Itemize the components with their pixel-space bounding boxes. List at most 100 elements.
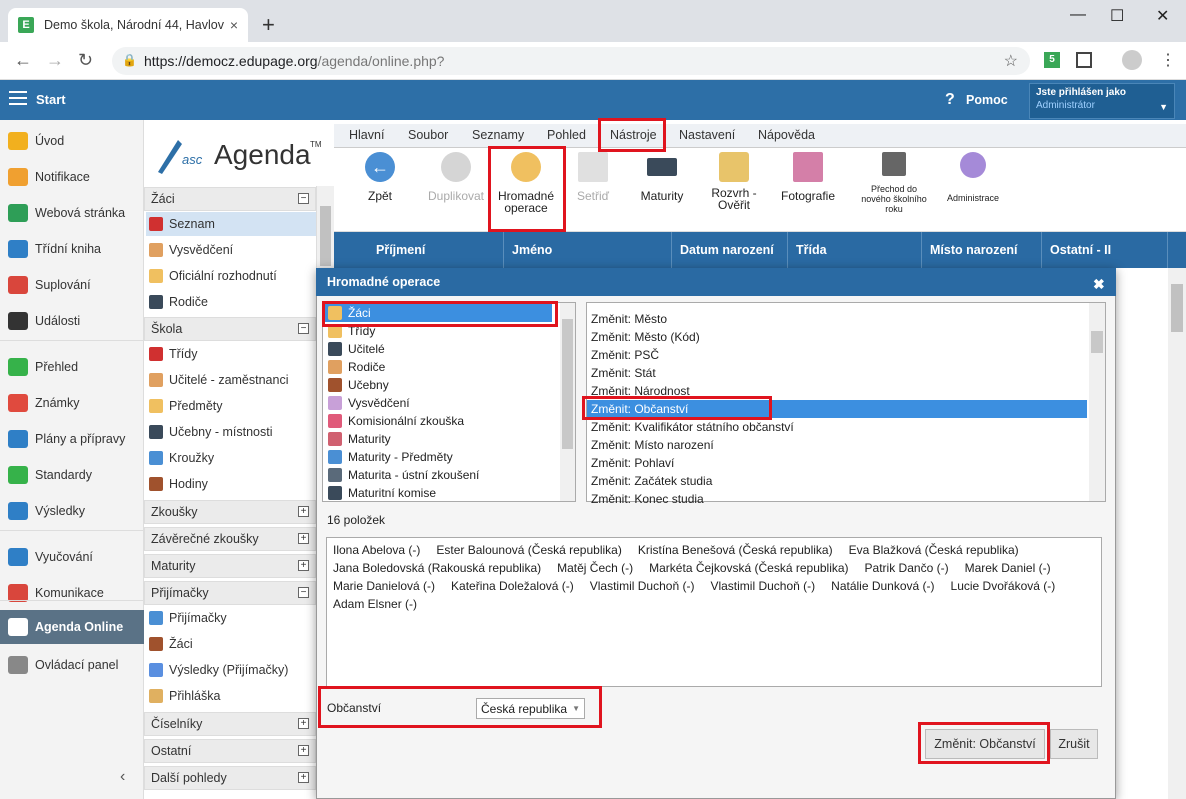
help-icon[interactable]: ? [945,91,955,109]
sidebar-item[interactable]: Úvod [0,124,144,158]
tree-item[interactable]: Předměty [146,394,316,418]
expand-toggle-icon[interactable]: + [298,560,309,571]
menu-item[interactable]: Nastavení [679,128,735,142]
grid-column-header[interactable]: Datum narození [672,232,788,268]
tree-section-header[interactable]: Zkoušky + [144,500,316,524]
sidebar-item[interactable]: Vyučování [0,540,144,574]
tree-section-header[interactable]: Další pohledy + [144,766,316,790]
grid-column-header[interactable]: Třída [788,232,922,268]
main-scrollbar[interactable] [1168,268,1186,799]
menu-item[interactable]: Seznamy [472,128,524,142]
duplicate-button[interactable]: Duplikovat [424,152,488,202]
sidebar-item[interactable]: Webová stránka [0,196,144,230]
operation-list-item[interactable]: Změnit: Místo narození [587,436,1087,454]
back-button[interactable]: ← Zpět [356,152,404,202]
tree-section-header[interactable]: Závěrečné zkoušky + [144,527,316,551]
operation-list-item[interactable]: Změnit: Konec studia [587,490,1087,508]
sidebar-item[interactable]: Třídní kniha [0,232,144,266]
minimize-icon[interactable]: — [1070,6,1086,24]
timetable-verify-button[interactable]: Rozvrh - Ověřit [706,152,762,211]
tree-item[interactable]: Žáci [146,632,316,656]
expand-toggle-icon[interactable]: + [298,506,309,517]
tree-section-header[interactable]: Maturity + [144,554,316,578]
help-link[interactable]: Pomoc [966,93,1008,107]
entity-list-item[interactable]: Maturity [324,430,552,448]
browser-tab[interactable]: E Demo škola, Národní 44, Havlov × [8,8,248,42]
sidebar-item[interactable]: Události [0,304,144,338]
tree-item[interactable]: Přijímačky [146,606,316,630]
collapse-sidebar-icon[interactable]: ‹ [120,768,125,786]
operation-list-scrollbar[interactable] [1089,303,1105,501]
submit-change-button[interactable]: Změnit: Občanství [925,729,1045,759]
start-button[interactable]: Start [36,92,66,107]
tree-item[interactable]: Učebny - místnosti [146,420,316,444]
url-field[interactable]: 🔒 https://democz.edupage.org/agenda/onli… [112,47,1030,75]
expand-toggle-icon[interactable]: − [298,323,309,334]
tree-item[interactable]: Výsledky (Přijímačky) [146,658,316,682]
back-arrow-icon[interactable]: ← [14,50,32,71]
forward-arrow-icon[interactable]: → [46,50,64,71]
tree-item[interactable]: Hodiny [146,472,316,496]
operation-list-item[interactable]: Změnit: PSČ [587,346,1087,364]
entity-list-item[interactable]: Komisionální zkouška [324,412,552,430]
maturity-button[interactable]: Maturity [636,152,688,202]
bulk-operations-button[interactable]: Hromadné operace [492,152,560,214]
menu-item[interactable]: Hlavní [349,128,384,142]
sidebar-item[interactable]: Přehled [0,350,144,384]
tree-item[interactable]: Vysvědčení [146,238,316,262]
sidebar-item[interactable]: Standardy [0,458,144,492]
operation-list-item[interactable]: Změnit: Kvalifikátor státního občanství [587,418,1087,436]
new-tab-icon[interactable]: + [262,12,275,38]
close-tab-icon[interactable]: × [230,17,238,33]
profile-avatar-icon[interactable] [1122,50,1142,70]
expand-toggle-icon[interactable]: + [298,718,309,729]
reload-icon[interactable]: ↻ [78,50,93,71]
sidebar-item[interactable]: Komunikace [0,576,144,610]
screenshot-extension-icon[interactable] [1076,52,1092,68]
expand-toggle-icon[interactable]: + [298,772,309,783]
tree-item[interactable]: Přihláška [146,684,316,708]
close-window-icon[interactable]: ✕ [1156,6,1169,26]
menu-item[interactable]: Soubor [408,128,448,142]
operation-list-item[interactable]: Změnit: Pohlaví [587,454,1087,472]
menu-item[interactable]: Nápověda [758,128,815,142]
dialog-close-icon[interactable]: ✖ [1093,276,1105,293]
menu-item[interactable]: Pohled [547,128,586,142]
cancel-button[interactable]: Zrušit [1050,729,1098,759]
entity-list-item[interactable]: Učitelé [324,340,552,358]
operation-list-item[interactable]: Změnit: Stát [587,364,1087,382]
tree-section-header[interactable]: Ostatní + [144,739,316,763]
sidebar-item[interactable]: Suplování [0,268,144,302]
entity-list-scrollbar[interactable] [560,303,575,501]
entity-list-item[interactable]: Maturita - ústní zkoušení [324,466,552,484]
operation-list-item[interactable]: Změnit: Město (Kód) [587,328,1087,346]
expand-toggle-icon[interactable]: + [298,533,309,544]
operation-list-item[interactable]: Změnit: Začátek studia [587,472,1087,490]
chrome-menu-icon[interactable]: ⋮ [1160,50,1176,70]
grid-column-header[interactable]: Místo narození [922,232,1042,268]
sidebar-item[interactable]: Výsledky [0,494,144,528]
hamburger-menu-icon[interactable] [9,91,27,105]
operation-list-item[interactable]: Změnit: Město [587,310,1087,328]
tree-section-header[interactable]: Škola − [144,317,316,341]
login-dropdown[interactable]: Jste přihlášen jako Administrátor ▼ [1029,83,1175,119]
tree-item[interactable]: Učitelé - zaměstnanci [146,368,316,392]
entity-list-item[interactable]: Žáci [324,304,552,322]
expand-toggle-icon[interactable]: + [298,745,309,756]
maximize-icon[interactable]: ☐ [1110,6,1124,26]
tree-section-header[interactable]: Žáci − [144,187,316,211]
entity-list-item[interactable]: Rodiče [324,358,552,376]
sidebar-item[interactable]: Notifikace [0,160,144,194]
menu-item[interactable]: Nástroje [610,128,657,142]
tree-item[interactable]: Třídy [146,342,316,366]
tree-section-header[interactable]: Přijímačky − [144,581,316,605]
new-school-year-button[interactable]: Přechod do nového školního roku [854,152,934,214]
sidebar-item[interactable]: Známky [0,386,144,420]
tree-section-header[interactable]: Číselníky + [144,712,316,736]
entity-list-item[interactable]: Třídy [324,322,552,340]
expand-toggle-icon[interactable]: − [298,193,309,204]
tree-item[interactable]: Kroužky [146,446,316,470]
grid-column-header[interactable]: Příjmení [368,232,504,268]
sort-button[interactable]: Setřiď [572,152,614,202]
sidebar-item[interactable]: Agenda Online [0,610,144,644]
